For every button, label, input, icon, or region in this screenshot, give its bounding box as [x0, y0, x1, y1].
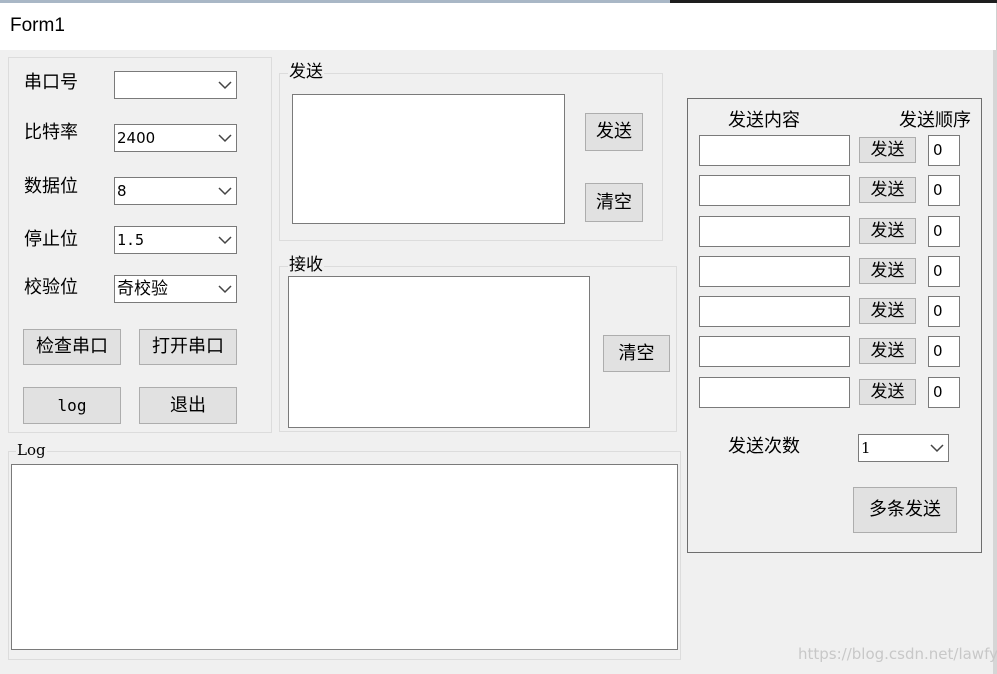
row-send-button[interactable]: 发送	[859, 177, 916, 203]
row-send-button[interactable]: 发送	[859, 137, 916, 163]
send-textbox[interactable]	[292, 94, 565, 224]
parity-select[interactable]: 奇校验	[114, 275, 237, 303]
send-order-input[interactable]: 0	[928, 256, 960, 287]
receive-textbox[interactable]	[288, 276, 590, 428]
row-send-button[interactable]: 发送	[859, 298, 916, 324]
chevron-down-icon	[930, 444, 944, 453]
window-title: Form1	[10, 15, 65, 36]
send-content-input[interactable]	[699, 216, 850, 247]
send-order-input[interactable]: 0	[928, 336, 960, 367]
send-clear-button[interactable]: 清空	[585, 183, 643, 222]
chevron-down-icon	[218, 187, 232, 196]
send-content-input[interactable]	[699, 336, 850, 367]
receive-group-title: 接收	[288, 255, 324, 275]
port-label: 串口号	[24, 72, 78, 93]
watermark-text: https://blog.csdn.net/lawfy_	[798, 645, 997, 663]
send-order-header: 发送顺序	[899, 110, 971, 131]
send-order-input[interactable]: 0	[928, 175, 960, 206]
row-send-button[interactable]: 发送	[859, 258, 916, 284]
send-content-input[interactable]	[699, 135, 850, 166]
log-button[interactable]: log	[23, 387, 121, 424]
log-group-title: Log	[16, 441, 47, 459]
send-count-label: 发送次数	[728, 436, 800, 457]
send-order-input[interactable]: 0	[928, 135, 960, 166]
send-order-input[interactable]: 0	[928, 377, 960, 408]
databits-label: 数据位	[24, 176, 78, 197]
window-titlebar: Form1	[0, 3, 997, 50]
send-button[interactable]: 发送	[585, 113, 643, 151]
stopbits-select-value: 1.5	[117, 231, 145, 249]
multi-send-button[interactable]: 多条发送	[853, 487, 957, 533]
databits-select[interactable]: 8	[114, 177, 237, 205]
row-send-button[interactable]: 发送	[859, 218, 916, 244]
baud-label: 比特率	[24, 122, 78, 143]
chevron-down-icon	[218, 134, 232, 143]
row-send-button[interactable]: 发送	[859, 379, 916, 405]
stopbits-label: 停止位	[24, 229, 78, 250]
send-content-input[interactable]	[699, 296, 850, 327]
send-order-input[interactable]: 0	[928, 296, 960, 327]
parity-label: 校验位	[24, 277, 78, 298]
stopbits-select[interactable]: 1.5	[114, 226, 237, 254]
row-send-button[interactable]: 发送	[859, 338, 916, 364]
send-count-select[interactable]: 1	[858, 434, 949, 462]
chevron-down-icon	[218, 236, 232, 245]
log-textbox[interactable]	[11, 464, 678, 650]
open-port-button[interactable]: 打开串口	[139, 329, 237, 365]
send-content-input[interactable]	[699, 377, 850, 408]
chevron-down-icon	[218, 81, 232, 90]
send-content-header: 发送内容	[728, 110, 800, 131]
parity-select-value: 奇校验	[117, 279, 168, 299]
baud-select-value: 2400	[117, 129, 156, 147]
chevron-down-icon	[218, 285, 232, 294]
send-count-value: 1	[861, 439, 871, 457]
send-content-input[interactable]	[699, 256, 850, 287]
exit-button[interactable]: 退出	[139, 387, 237, 424]
baud-select[interactable]: 2400	[114, 124, 237, 152]
send-group-title: 发送	[288, 62, 324, 82]
port-select[interactable]	[114, 71, 237, 99]
send-order-input[interactable]: 0	[928, 216, 960, 247]
receive-clear-button[interactable]: 清空	[603, 335, 670, 372]
databits-select-value: 8	[117, 182, 127, 200]
check-port-button[interactable]: 检查串口	[23, 329, 121, 365]
send-content-input[interactable]	[699, 175, 850, 206]
window-right-edge	[993, 50, 997, 674]
